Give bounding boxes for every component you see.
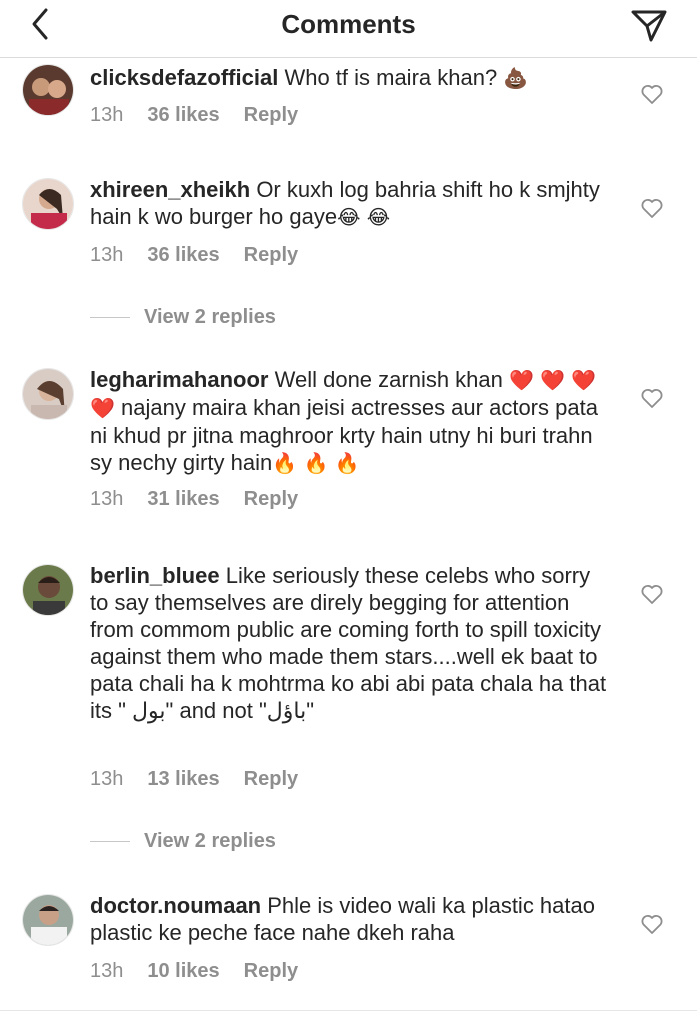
comment-text: clicksdefazofficial Who tf is maira khan… — [90, 64, 610, 92]
divider — [90, 841, 130, 842]
fire-emoji: 🔥 🔥 🔥 — [272, 451, 360, 475]
comment-text: xhireen_xheikh Or kuxh log bahria shift … — [90, 176, 610, 231]
heart-emoji: ❤️ — [509, 368, 534, 392]
comment-time: 13h — [90, 244, 124, 266]
poop-emoji: 💩 — [503, 66, 529, 90]
divider — [90, 317, 130, 318]
view-replies-label: View 2 replies — [144, 830, 276, 852]
comment-body: Who tf is maira khan? — [284, 65, 498, 90]
reply-button[interactable]: Reply — [244, 768, 298, 791]
comment-meta: 13h 13 likes Reply — [90, 768, 298, 791]
comment-username[interactable]: clicksdefazofficial — [90, 65, 278, 90]
comment-meta: 13h 31 likes Reply — [90, 488, 298, 511]
reply-button[interactable]: Reply — [244, 488, 298, 511]
reply-button[interactable]: Reply — [244, 104, 298, 127]
comment-time: 13h — [90, 104, 124, 126]
comment-likes[interactable]: 36 likes — [147, 244, 219, 267]
comment-likes[interactable]: 36 likes — [147, 104, 219, 127]
comment-meta: 13h 36 likes Reply — [90, 244, 298, 267]
comment-likes[interactable]: 13 likes — [147, 768, 219, 791]
direct-message-icon[interactable] — [629, 4, 669, 44]
divider — [0, 1010, 697, 1011]
comment-text: berlin_bluee Like seriously these celebs… — [90, 562, 610, 724]
comment-text: doctor.noumaan Phle is video wali ka pla… — [90, 892, 610, 946]
comment-likes[interactable]: 10 likes — [147, 960, 219, 983]
comment-time: 13h — [90, 488, 124, 510]
page-title: Comments — [281, 9, 416, 39]
view-replies-button[interactable]: View 2 replies — [90, 830, 276, 853]
comment-username[interactable]: xhireen_xheikh — [90, 177, 250, 202]
view-replies-button[interactable]: View 2 replies — [90, 306, 276, 329]
comment-text: legharimahanoor Well done zarnish khan ❤… — [90, 366, 610, 477]
comment-body: Well done zarnish khan — [274, 367, 503, 392]
comment-likes[interactable]: 31 likes — [147, 488, 219, 511]
comment-username[interactable]: berlin_bluee — [90, 563, 220, 588]
like-heart-icon[interactable] — [640, 582, 664, 606]
like-heart-icon[interactable] — [640, 82, 664, 106]
avatar[interactable] — [22, 564, 74, 616]
like-heart-icon[interactable] — [640, 196, 664, 220]
like-heart-icon[interactable] — [640, 386, 664, 410]
laughing-emoji: 😂 😂 — [337, 205, 391, 229]
avatar[interactable] — [22, 178, 74, 230]
reply-button[interactable]: Reply — [244, 960, 298, 983]
avatar[interactable] — [22, 368, 74, 420]
comment-meta: 13h 36 likes Reply — [90, 104, 298, 127]
comment-username[interactable]: doctor.noumaan — [90, 893, 261, 918]
comment-time: 13h — [90, 960, 124, 982]
comment-meta: 13h 10 likes Reply — [90, 960, 298, 983]
avatar[interactable] — [22, 894, 74, 946]
header: Comments — [0, 0, 697, 58]
view-replies-label: View 2 replies — [144, 306, 276, 328]
avatar[interactable] — [22, 64, 74, 116]
reply-button[interactable]: Reply — [244, 244, 298, 267]
comment-time: 13h — [90, 768, 124, 790]
comment-username[interactable]: legharimahanoor — [90, 367, 268, 392]
like-heart-icon[interactable] — [640, 912, 664, 936]
